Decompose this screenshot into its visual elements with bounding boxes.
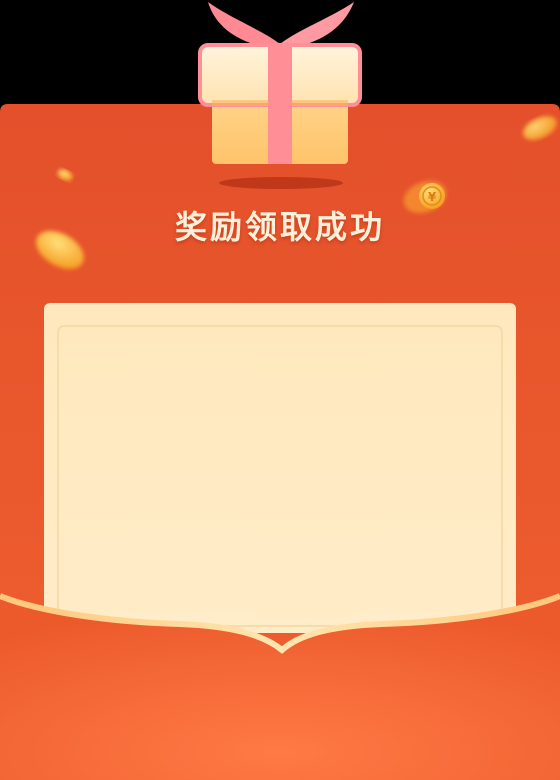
- gift-shadow: [219, 177, 343, 189]
- reward-dialog: ¥ 奖励领取成功: [0, 0, 560, 780]
- content-panel: [44, 303, 516, 633]
- reward-title: 奖励领取成功: [174, 208, 385, 246]
- gift-box-icon: [198, 2, 362, 164]
